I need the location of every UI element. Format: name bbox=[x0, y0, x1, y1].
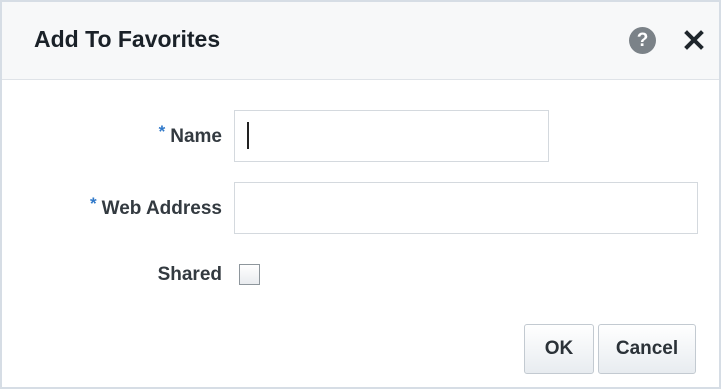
text-cursor bbox=[247, 122, 249, 149]
web-address-label-text: Web Address bbox=[101, 198, 222, 219]
required-marker: * bbox=[158, 122, 166, 141]
close-icon[interactable] bbox=[680, 26, 708, 54]
name-input[interactable] bbox=[234, 110, 549, 162]
shared-label: Shared bbox=[157, 264, 222, 285]
required-marker: * bbox=[90, 194, 97, 213]
dialog-title-bar: Add To Favorites ? bbox=[2, 2, 719, 80]
name-label-text: Name bbox=[170, 126, 222, 147]
cancel-button[interactable]: Cancel bbox=[598, 324, 696, 374]
web-address-label: * Web Address bbox=[42, 194, 222, 220]
name-label: * Name bbox=[122, 122, 222, 148]
shared-checkbox[interactable] bbox=[239, 264, 260, 285]
help-icon[interactable]: ? bbox=[629, 27, 656, 54]
web-address-input[interactable] bbox=[234, 182, 698, 234]
dialog-title: Add To Favorites bbox=[34, 26, 221, 52]
ok-button[interactable]: OK bbox=[524, 324, 594, 374]
add-to-favorites-dialog: Add To Favorites ? * Name * Web Address Sh… bbox=[0, 0, 721, 389]
